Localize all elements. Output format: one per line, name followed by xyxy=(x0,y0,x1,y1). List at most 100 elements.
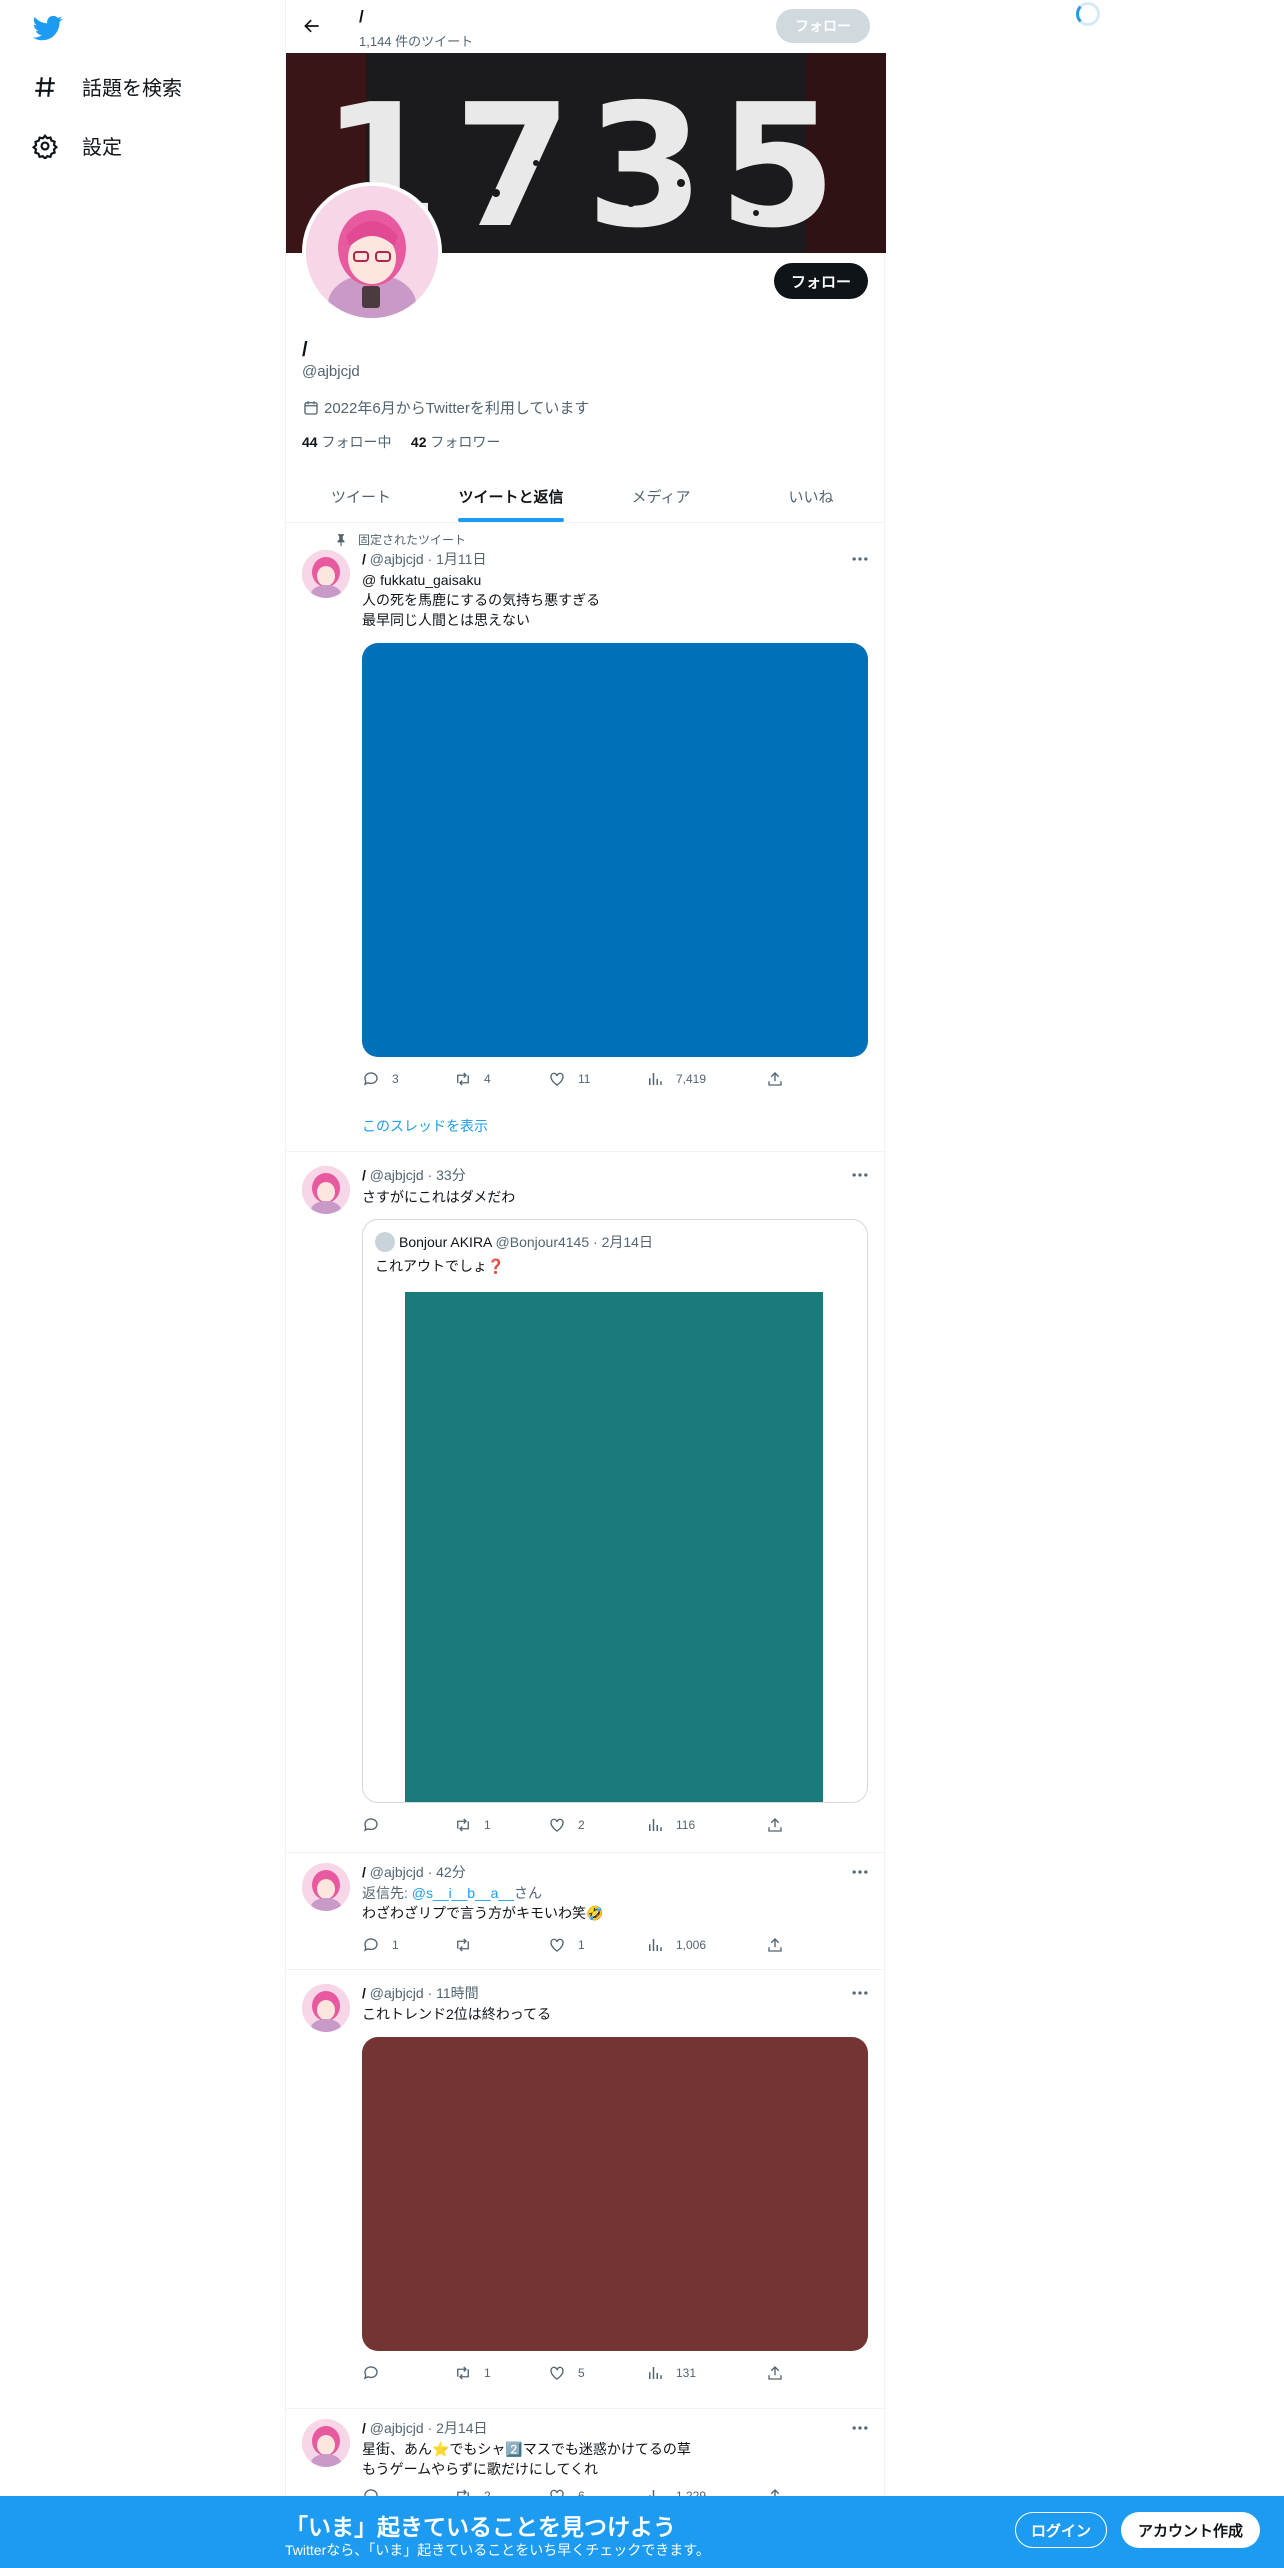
share-button[interactable] xyxy=(766,2364,784,2382)
tweet-actions: 1 2 116 xyxy=(362,1816,782,1836)
twitter-logo-icon[interactable] xyxy=(32,13,64,43)
share-button[interactable] xyxy=(766,1070,784,1088)
more-options-icon[interactable] xyxy=(850,1862,870,1882)
show-thread-link[interactable]: このスレッドを表示 xyxy=(362,1116,488,1136)
quoted-media[interactable] xyxy=(405,1292,823,1802)
retweet-button[interactable]: 1 xyxy=(454,1816,491,1834)
tweet-date[interactable]: 2月14日 xyxy=(436,2420,487,2436)
avatar[interactable] xyxy=(302,550,350,598)
views-button[interactable]: 116 xyxy=(646,1816,695,1834)
tweet-author-handle[interactable]: @ajbjcjd xyxy=(370,1864,424,1880)
reply-icon xyxy=(363,2366,378,2380)
retweet-count: 1 xyxy=(484,1818,491,1832)
more-options-icon[interactable] xyxy=(850,1165,870,1185)
tweet-author-handle[interactable]: @ajbjcjd xyxy=(370,1985,424,2001)
tweet-author-name[interactable]: / xyxy=(362,1167,366,1183)
tab-tweets-and-replies[interactable]: ツイートと返信 xyxy=(436,470,586,522)
tweet-author-handle[interactable]: @ajbjcjd xyxy=(370,1167,424,1183)
views-button[interactable]: 1,006 xyxy=(646,1936,706,1954)
profile-name: / xyxy=(302,339,308,361)
retweet-button[interactable]: 1 xyxy=(454,2364,491,2382)
quoted-header: Bonjour AKIRA @Bonjour4145 · 2月14日 xyxy=(399,1234,653,1250)
hashtag-icon xyxy=(35,76,55,97)
tab-tweets[interactable]: ツイート xyxy=(286,470,436,522)
like-button[interactable]: 5 xyxy=(548,2364,585,2382)
signup-button[interactable]: アカウント作成 xyxy=(1121,2512,1260,2548)
reply-button[interactable] xyxy=(362,2364,392,2382)
tweet-author-name[interactable]: / xyxy=(362,1864,366,1880)
tweet-date[interactable]: 42分 xyxy=(436,1864,466,1880)
login-button[interactable]: ログイン xyxy=(1015,2512,1107,2548)
header-follow-button[interactable]: フォロー xyxy=(776,9,870,43)
retweet-button[interactable] xyxy=(454,1936,484,1954)
tweet-media[interactable] xyxy=(362,2037,868,2351)
quoted-avatar[interactable] xyxy=(375,1232,395,1252)
heart-icon xyxy=(550,1938,564,1952)
more-options-icon[interactable] xyxy=(850,1983,870,2003)
like-button[interactable]: 2 xyxy=(548,1816,585,1834)
signup-banner-subtitle: Twitterなら、「いま」起きていることをいち早くチェックできます。 xyxy=(285,2542,710,2558)
retweet-count: 4 xyxy=(484,1072,491,1086)
reply-button[interactable]: 1 xyxy=(362,1936,399,1954)
analytics-icon xyxy=(649,1073,662,1085)
tweet-date[interactable]: 11時間 xyxy=(436,1985,479,2001)
retweet-icon xyxy=(457,1938,469,1952)
avatar[interactable] xyxy=(302,2419,350,2467)
tweet-text-line: これトレンド2位は終わってる xyxy=(362,2006,552,2022)
gear-icon xyxy=(32,133,58,159)
tweet-image[interactable]: / @ajbjcjd · 11時間 これトレンド2位は終わってる 1 5 131 xyxy=(286,1970,886,2409)
tweet-date[interactable]: 33分 xyxy=(436,1167,466,1183)
tweet-quote[interactable]: / @ajbjcjd · 33分 さすがにこれはダメだわ Bonjour AKI… xyxy=(286,1152,886,1853)
calendar-icon xyxy=(304,400,318,415)
tab-media[interactable]: メディア xyxy=(586,470,736,522)
tweet-header: / @ajbjcjd · 33分 xyxy=(362,1167,466,1183)
following-link[interactable]: 44 フォロー中 xyxy=(302,434,391,450)
views-button[interactable]: 131 xyxy=(646,2364,696,2382)
loading-spinner-icon xyxy=(1076,2,1100,26)
tweet-text-line: 星街、あん⭐でもシャ2️⃣マスでも迷惑かけてるの草 xyxy=(362,2441,691,2457)
like-count: 11 xyxy=(578,1072,591,1086)
tweet-pinned[interactable]: 固定されたツイート / @ajbjcjd · 1月11日 @ fukkatu_g… xyxy=(286,523,886,1152)
nav-explore[interactable]: 話題を検索 xyxy=(32,72,182,101)
followers-link[interactable]: 42 フォロワー xyxy=(411,434,500,450)
header-name: / xyxy=(359,7,364,26)
nav-settings[interactable]: 設定 xyxy=(32,131,122,160)
profile-follow-button[interactable]: フォロー xyxy=(774,263,868,299)
tweet-author-handle[interactable]: @ajbjcjd xyxy=(370,2420,424,2436)
followers-label: フォロワー xyxy=(430,434,501,450)
retweet-icon xyxy=(457,2366,469,2380)
pin-icon xyxy=(337,533,345,546)
like-button[interactable]: 1 xyxy=(548,1936,585,1954)
like-button[interactable]: 11 xyxy=(548,1070,590,1088)
views-button[interactable]: 7,419 xyxy=(646,1070,706,1088)
share-icon xyxy=(768,1818,782,1832)
reply-button[interactable] xyxy=(362,1816,392,1834)
tweet-header: / @ajbjcjd · 11時間 xyxy=(362,1985,479,2001)
tweet-text-line: 人の死を馬鹿にするの気持ち悪すぎる xyxy=(362,592,601,608)
tweet-author-handle[interactable]: @ajbjcjd xyxy=(370,551,424,567)
tweet-author-name[interactable]: / xyxy=(362,551,366,567)
tab-likes[interactable]: いいね xyxy=(736,470,886,522)
profile-avatar[interactable] xyxy=(302,182,442,322)
back-arrow-icon[interactable] xyxy=(302,16,322,36)
more-options-icon[interactable] xyxy=(850,549,870,569)
tweet-media[interactable] xyxy=(362,643,868,1057)
tweet-reply[interactable]: / @ajbjcjd · 42分 返信先: @s__i__b__a__さん わざ… xyxy=(286,1853,886,1970)
analytics-icon xyxy=(649,1819,662,1831)
avatar[interactable] xyxy=(302,1984,350,2032)
tweet-header: / @ajbjcjd · 2月14日 xyxy=(362,2420,488,2436)
tweet-author-name[interactable]: / xyxy=(362,1985,366,2001)
more-options-icon[interactable] xyxy=(850,2418,870,2438)
reply-button[interactable]: 3 xyxy=(362,1070,399,1088)
retweet-button[interactable]: 4 xyxy=(454,1070,491,1088)
avatar[interactable] xyxy=(302,1166,350,1214)
avatar[interactable] xyxy=(302,1863,350,1911)
pinned-label: 固定されたツイート xyxy=(358,533,467,547)
share-button[interactable] xyxy=(766,1816,784,1834)
tweet-author-name[interactable]: / xyxy=(362,2420,366,2436)
share-button[interactable] xyxy=(766,1936,784,1954)
reply-to-link[interactable]: @s__i__b__a__ xyxy=(412,1885,514,1901)
following-label: フォロー中 xyxy=(321,434,392,450)
quoted-tweet[interactable]: Bonjour AKIRA @Bonjour4145 · 2月14日 これアウト… xyxy=(362,1219,868,1803)
tweet-date[interactable]: 1月11日 xyxy=(436,551,486,567)
